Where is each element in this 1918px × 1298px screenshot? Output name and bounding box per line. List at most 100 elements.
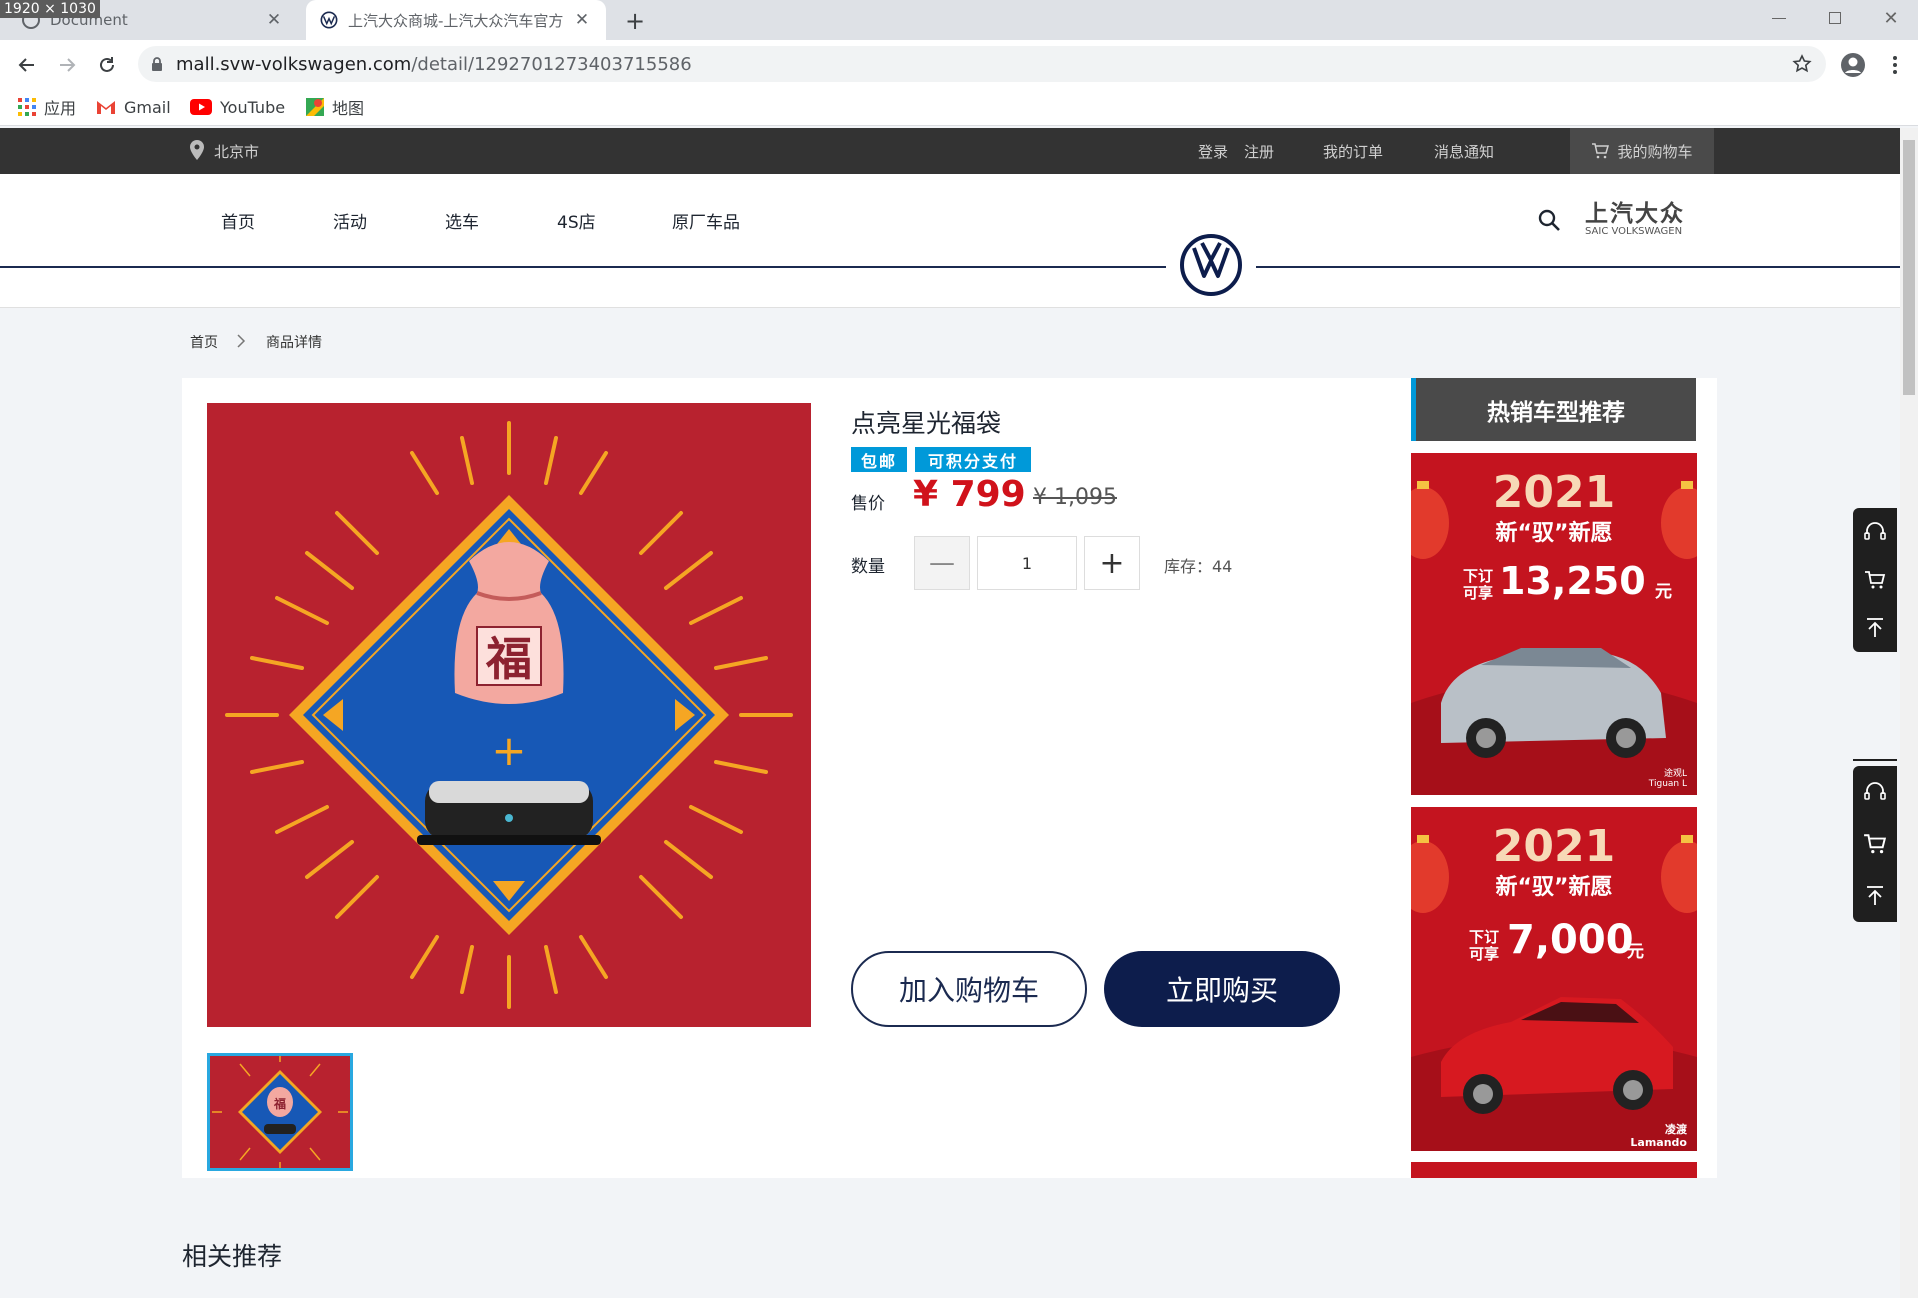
- url-path: /detail/1292701273403715586: [411, 54, 692, 75]
- promo-banner-tiguan[interactable]: 2021 新“驭”新愿 下订 可享 13,250 元 途观L Tiguan L: [1411, 453, 1697, 795]
- bookmark-maps[interactable]: 地图: [306, 94, 364, 120]
- back-icon[interactable]: [12, 50, 42, 80]
- minimize-icon[interactable]: [1752, 0, 1806, 36]
- image-plus: +: [491, 726, 526, 775]
- back-to-top-icon[interactable]: [1853, 604, 1897, 652]
- quantity-input[interactable]: [977, 536, 1077, 590]
- side-divider: [1853, 759, 1897, 761]
- register-link[interactable]: 注册: [1244, 141, 1274, 162]
- my-cart-button[interactable]: 我的购物车: [1570, 128, 1714, 174]
- breadcrumb-home[interactable]: 首页: [190, 332, 218, 352]
- side-toolbar-1: [1853, 508, 1897, 652]
- menu-dots-icon[interactable]: [1880, 50, 1910, 80]
- hot-models-title: 热销车型推荐: [1411, 378, 1696, 441]
- bookmarks-bar: 应用 Gmail YouTube 地图: [0, 88, 1918, 126]
- promo-model: 途观L Tiguan L: [1649, 769, 1687, 789]
- nav-dealers[interactable]: 4S店: [557, 208, 596, 233]
- promo-year: 2021: [1492, 821, 1616, 872]
- brand-sub: SAIC VOLKSWAGEN: [1585, 226, 1683, 237]
- gmail-icon: [97, 101, 115, 114]
- customer-service-icon[interactable]: [1853, 508, 1897, 556]
- thumbnail-illustration: 福: [212, 1056, 348, 1168]
- nav-choose-car[interactable]: 选车: [445, 208, 479, 233]
- quantity-increase-button[interactable]: +: [1084, 536, 1140, 590]
- vw-favicon-icon: [320, 11, 338, 29]
- city-selector[interactable]: 北京市: [214, 141, 259, 162]
- add-to-cart-button[interactable]: 加入购物车: [851, 951, 1087, 1027]
- login-link[interactable]: 登录: [1198, 141, 1228, 162]
- lock-icon: [152, 57, 162, 71]
- my-orders-link[interactable]: 我的订单: [1323, 141, 1383, 162]
- side-toolbar-2: [1853, 766, 1897, 922]
- promo-model-en: Lamando: [1630, 1136, 1687, 1149]
- cart-icon: [1592, 143, 1610, 159]
- points-payment-badge: 可积分支付: [915, 447, 1031, 472]
- profile-icon[interactable]: [1838, 50, 1868, 80]
- promo-offer-prefix: 下订 可享: [1469, 929, 1499, 963]
- promo-unit: 元: [1655, 582, 1672, 602]
- promo-banner-lamando[interactable]: 2021 新“驭”新愿 下订 可享 7,000 元 凌渡 Lamando: [1411, 807, 1697, 1151]
- vw-logo[interactable]: [1180, 234, 1242, 296]
- product-main-image[interactable]: 福 +: [207, 403, 811, 1027]
- promo-amount: 7,000: [1507, 917, 1634, 963]
- bookmark-youtube[interactable]: YouTube: [190, 94, 285, 120]
- tab-title: 上汽大众商城-上汽大众汽车官方: [348, 11, 564, 30]
- site-top-bar: 北京市 登录 注册 我的订单 消息通知 我的购物车: [0, 128, 1900, 174]
- quantity-decrease-button[interactable]: —: [914, 536, 970, 590]
- url-text: mall.svw-volkswagen.com/detail/129270127…: [176, 54, 692, 75]
- bookmark-label: YouTube: [220, 97, 286, 117]
- promo-prefix-line1: 下订: [1463, 567, 1494, 585]
- promo-model-en: Tiguan L: [1648, 779, 1687, 789]
- promo-prefix-line1: 下订: [1469, 928, 1500, 946]
- close-tab-icon[interactable]: ✕: [572, 10, 592, 30]
- browser-toolbar: mall.svw-volkswagen.com/detail/129270127…: [0, 40, 1918, 88]
- maps-icon: [306, 98, 324, 116]
- brand-name: 上汽大众: [1585, 201, 1685, 227]
- back-to-top-icon[interactable]: [1853, 870, 1897, 922]
- scrollbar-thumb[interactable]: [1903, 140, 1915, 395]
- thumb-fu-character: 福: [273, 1096, 286, 1111]
- reload-icon[interactable]: [92, 50, 122, 80]
- promo-model-cn: 途观L: [1663, 769, 1687, 779]
- nav-activities[interactable]: 活动: [333, 208, 367, 233]
- sale-price: ¥ 799: [913, 474, 1026, 515]
- browser-tab-bar: Document ✕ 上汽大众商城-上汽大众汽车官方 ✕ + 1920 × 10…: [0, 0, 1918, 40]
- nav-divider-right: [1256, 266, 1900, 268]
- free-shipping-badge: 包邮: [851, 447, 907, 472]
- product-title: 点亮星光福袋: [851, 409, 1002, 438]
- search-icon[interactable]: [1537, 208, 1561, 232]
- side-cart-icon[interactable]: [1853, 818, 1897, 870]
- forward-icon[interactable]: [52, 50, 82, 80]
- dimension-badge: 1920 × 1030: [0, 0, 100, 18]
- messages-link[interactable]: 消息通知: [1434, 141, 1494, 162]
- promo-banner-partial[interactable]: [1411, 1162, 1697, 1178]
- side-cart-icon[interactable]: [1853, 556, 1897, 604]
- close-window-icon[interactable]: ✕: [1864, 0, 1918, 36]
- close-tab-icon[interactable]: ✕: [264, 10, 284, 30]
- chevron-right-icon: [237, 334, 246, 348]
- nav-home[interactable]: 首页: [221, 208, 255, 233]
- bookmark-label: Gmail: [124, 97, 171, 117]
- url-host: mall.svw-volkswagen.com: [176, 54, 412, 75]
- restore-icon[interactable]: [1808, 0, 1862, 36]
- promo-amount: 13,250: [1499, 559, 1646, 603]
- nav-accessories[interactable]: 原厂车品: [672, 208, 740, 233]
- new-tab-button[interactable]: +: [622, 7, 648, 35]
- promo-model: 凌渡 Lamando: [1630, 1123, 1687, 1149]
- promo-year: 2021: [1492, 467, 1616, 518]
- tab-svw-mall[interactable]: 上汽大众商城-上汽大众汽车官方 ✕: [306, 0, 606, 40]
- bookmark-label: 应用: [44, 99, 77, 118]
- promo-offer-prefix: 下订 可享: [1463, 568, 1493, 602]
- nav-divider-left: [0, 266, 1166, 268]
- promo-slogan: 新“驭”新愿: [1495, 521, 1613, 546]
- bookmark-apps[interactable]: 应用: [18, 94, 76, 120]
- buy-now-button[interactable]: 立即购买: [1104, 951, 1340, 1027]
- customer-service-icon[interactable]: [1853, 766, 1897, 818]
- address-bar[interactable]: mall.svw-volkswagen.com/detail/129270127…: [138, 46, 1826, 82]
- bookmark-gmail[interactable]: Gmail: [96, 94, 171, 120]
- main-nav: 首页 活动 选车 4S店 原厂车品 上汽大众 SAIC VOLKSWAGEN: [0, 174, 1900, 308]
- location-pin-icon: [190, 140, 204, 160]
- bookmark-star-icon[interactable]: [1792, 54, 1812, 74]
- promo-unit: 元: [1627, 942, 1644, 962]
- product-thumbnail[interactable]: 福: [207, 1053, 353, 1171]
